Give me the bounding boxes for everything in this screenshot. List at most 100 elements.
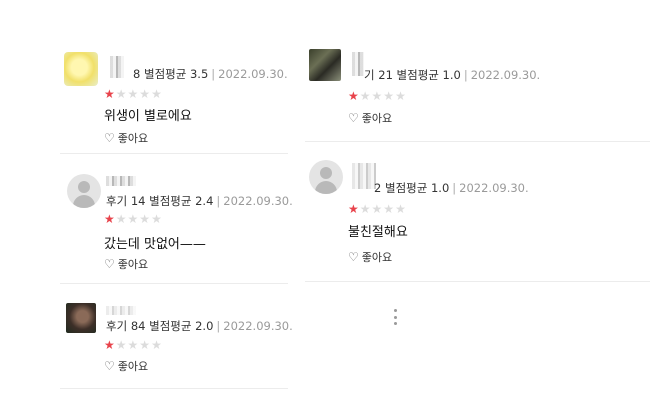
more-dot: [393, 322, 397, 325]
like-label: 좋아요: [117, 132, 149, 145]
star-icon: ★: [359, 89, 372, 103]
reviewer-nickname-blurred[interactable]: [110, 56, 124, 78]
rating-average: 2.0: [195, 319, 214, 333]
like-label: 좋아요: [117, 360, 149, 373]
star-rating: ★★★★★: [348, 90, 407, 102]
like-label: 좋아요: [361, 251, 393, 264]
meta-separator: |: [216, 194, 221, 208]
review-meta: 8 별점평균 3.5 | 2022.09.30.: [133, 66, 288, 82]
more-dot: [393, 315, 397, 319]
star-icon: ★: [139, 212, 152, 226]
divider: [60, 283, 288, 284]
like-button[interactable]: ♡ 좋아요: [348, 110, 392, 126]
review-meta: 후기 84 별점평균 2.0 | 2022.09.30.: [106, 318, 293, 334]
more-dot: [393, 309, 397, 312]
review-meta: 기 21 별점평균 1.0 | 2022.09.30.: [364, 67, 540, 83]
reviewer-avatar[interactable]: [64, 52, 98, 86]
review-date: 2022.09.30.: [470, 68, 541, 82]
meta-separator: |: [211, 67, 216, 81]
review-count-prefix: 후기: [106, 194, 128, 208]
star-icon: ★: [348, 89, 360, 103]
star-icon: ★: [139, 87, 152, 101]
rating-label: 별점평균: [143, 67, 187, 81]
star-icon: ★: [104, 338, 116, 352]
review-meta: 2 별점평균 1.0 | 2022.09.30.: [374, 180, 529, 196]
rating-label: 별점평균: [149, 194, 192, 208]
reviewer-nickname-blurred[interactable]: [352, 163, 376, 189]
star-icon: ★: [115, 338, 128, 352]
heart-outline-icon: ♡: [104, 257, 115, 271]
star-icon: ★: [127, 212, 140, 226]
review-count: 8: [133, 67, 141, 81]
rating-label: 별점평균: [396, 68, 439, 82]
review-text: 불친절해요: [348, 225, 408, 240]
review-count: 21: [378, 68, 393, 82]
star-rating: ★★★★★: [348, 203, 407, 215]
divider: [305, 141, 650, 142]
star-icon: ★: [151, 212, 163, 226]
reviewer-nickname-blurred[interactable]: [106, 176, 136, 186]
rating-average: 1.0: [442, 68, 461, 82]
rating-average: 1.0: [430, 181, 450, 195]
meta-separator: |: [452, 181, 457, 195]
reviewer-avatar[interactable]: [67, 174, 101, 208]
review-count-prefix: 후기: [106, 319, 128, 333]
rating-average: 2.4: [195, 194, 214, 208]
like-label: 좋아요: [117, 258, 149, 271]
star-icon: ★: [127, 338, 140, 352]
star-icon: ★: [104, 87, 116, 101]
star-icon: ★: [348, 202, 360, 216]
like-button[interactable]: ♡ 좋아요: [104, 358, 148, 374]
star-icon: ★: [151, 87, 163, 101]
review-count: 14: [130, 194, 146, 208]
review-meta: 후기 14 별점평균 2.4 | 2022.09.30.: [106, 193, 293, 209]
reviewer-avatar[interactable]: [309, 49, 341, 81]
review-text: 위생이 별로에요: [104, 109, 192, 124]
review-text: 갔는데 맛없어——: [104, 237, 206, 252]
star-icon: ★: [383, 202, 396, 216]
heart-outline-icon: ♡: [104, 131, 115, 145]
star-icon: ★: [151, 338, 163, 352]
star-icon: ★: [104, 212, 116, 226]
like-button[interactable]: ♡ 좋아요: [104, 130, 148, 146]
reviewer-avatar[interactable]: [309, 160, 343, 194]
review-date: 2022.09.30.: [223, 319, 293, 333]
more-vertical-icon[interactable]: [392, 309, 398, 325]
reviewer-nickname-blurred[interactable]: [352, 52, 364, 76]
star-icon: ★: [115, 212, 128, 226]
review-count: 84: [130, 319, 146, 333]
review-count: 2: [374, 181, 382, 195]
rating-average: 3.5: [189, 67, 209, 81]
review-count-prefix: 기: [364, 68, 375, 82]
like-label: 좋아요: [361, 112, 393, 125]
review-date: 2022.09.30.: [218, 67, 288, 81]
rating-label: 별점평균: [149, 319, 192, 333]
heart-outline-icon: ♡: [348, 111, 359, 125]
meta-separator: |: [216, 319, 221, 333]
star-icon: ★: [395, 89, 407, 103]
like-button[interactable]: ♡ 좋아요: [348, 249, 392, 265]
star-icon: ★: [371, 202, 384, 216]
heart-outline-icon: ♡: [348, 250, 359, 264]
heart-outline-icon: ♡: [104, 359, 115, 373]
star-icon: ★: [395, 202, 407, 216]
star-icon: ★: [359, 202, 372, 216]
star-icon: ★: [115, 87, 128, 101]
star-rating: ★★★★★: [104, 213, 163, 225]
star-rating: ★★★★★: [104, 339, 163, 351]
star-icon: ★: [383, 89, 396, 103]
rating-label: 별점평균: [384, 181, 428, 195]
star-icon: ★: [139, 338, 152, 352]
divider: [60, 153, 288, 154]
review-date: 2022.09.30.: [223, 194, 293, 208]
like-button[interactable]: ♡ 좋아요: [104, 256, 148, 272]
reviewer-avatar[interactable]: [66, 303, 96, 333]
reviewer-nickname-blurred[interactable]: [106, 306, 136, 315]
divider: [60, 388, 288, 389]
review-date: 2022.09.30.: [459, 181, 529, 195]
star-rating: ★★★★★: [104, 88, 163, 100]
star-icon: ★: [371, 89, 384, 103]
star-icon: ★: [127, 87, 140, 101]
divider: [305, 281, 650, 282]
meta-separator: |: [463, 68, 468, 82]
